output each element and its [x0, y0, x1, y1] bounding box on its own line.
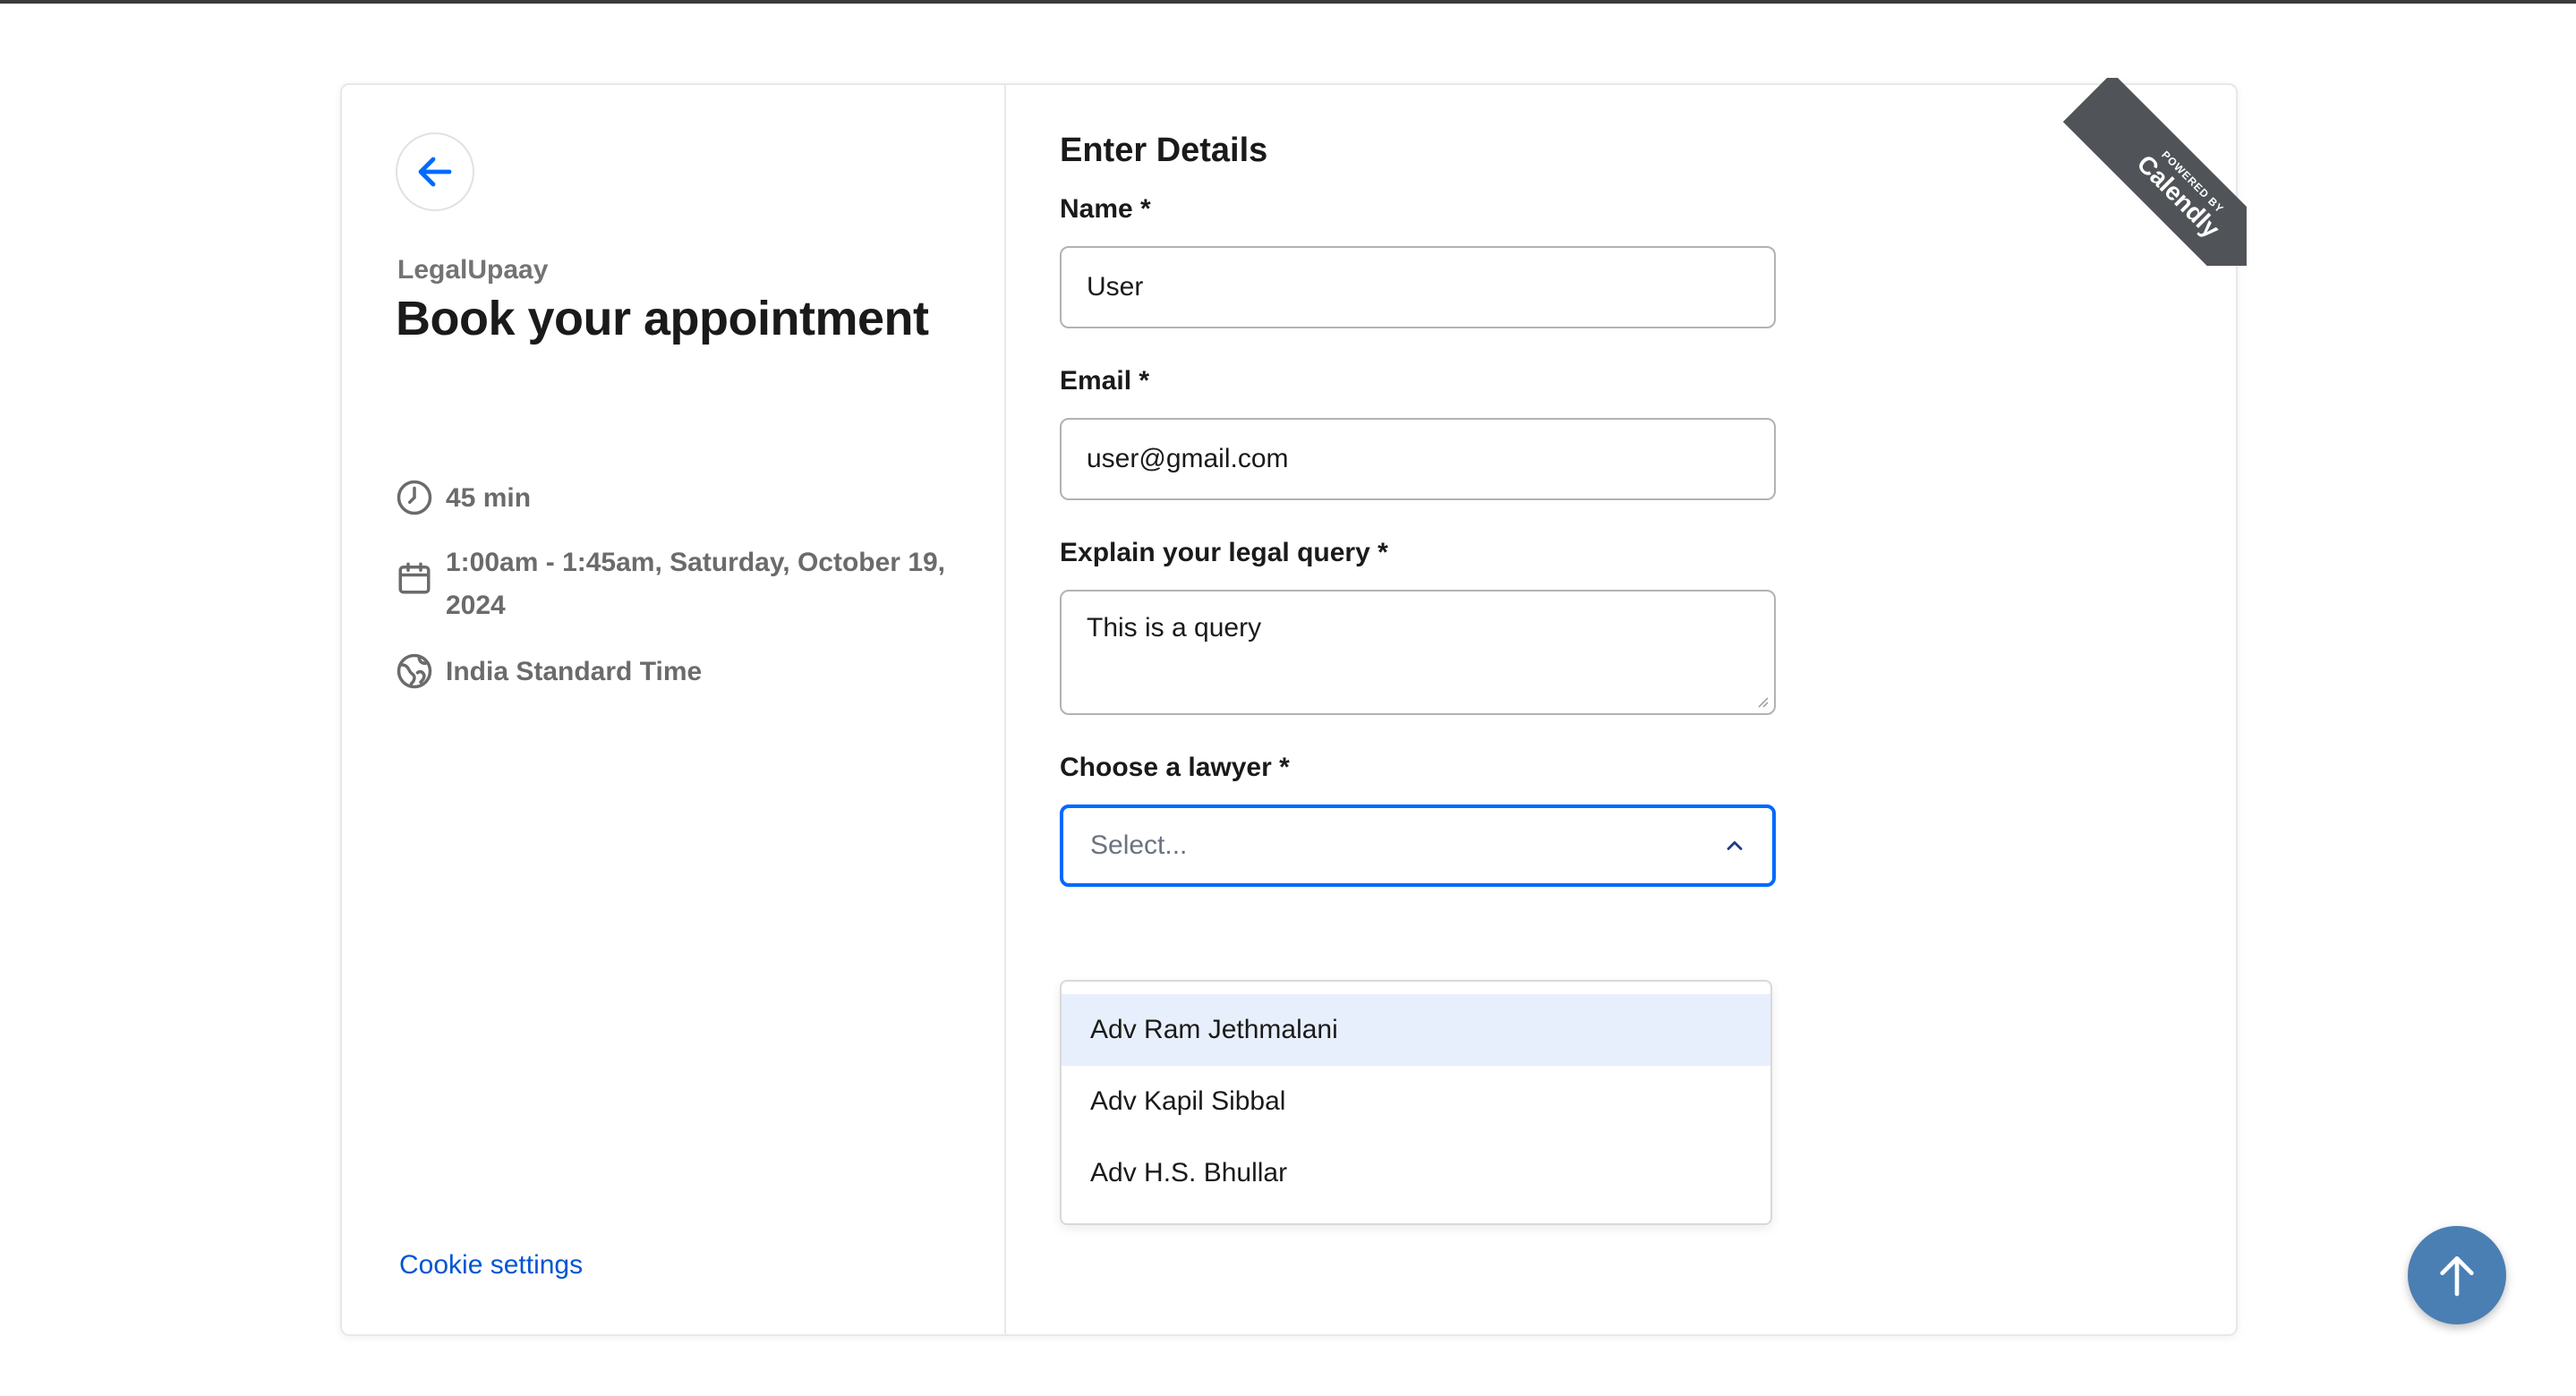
lawyer-option[interactable]: Adv Ram Jethmalani: [1062, 994, 1770, 1066]
arrow-up-icon: [2440, 1256, 2474, 1297]
lawyer-select-placeholder: Select...: [1090, 830, 1188, 860]
calendar-icon: [398, 562, 431, 594]
event-title: Book your appointment: [396, 292, 929, 345]
query-label: Explain your legal query *: [1060, 538, 1388, 567]
calendly-badge[interactable]: POWERED BY Calendly: [2062, 78, 2247, 266]
name-label: Name *: [1060, 194, 1151, 224]
top-divider: [0, 0, 2576, 4]
duration-row: 45 min: [396, 477, 531, 520]
clock-icon: [397, 480, 432, 515]
email-value: user@gmail.com: [1087, 444, 1289, 473]
organizer-name: LegalUpaay: [397, 255, 549, 285]
lawyer-option[interactable]: Adv H.S. Bhullar: [1062, 1137, 1770, 1209]
globe-icon: [397, 653, 432, 689]
datetime-row: 1:00am - 1:45am, Saturday, October 19, 2…: [396, 541, 947, 627]
query-value: This is a query: [1087, 613, 1262, 643]
email-input[interactable]: user@gmail.com: [1060, 418, 1776, 500]
powered-by-ribbon[interactable]: POWERED BY Calendly: [2059, 78, 2247, 266]
chevron-up-icon: [1727, 841, 1743, 850]
lawyer-select[interactable]: Select...: [1060, 804, 1776, 887]
lawyer-label: Choose a lawyer *: [1060, 753, 1290, 782]
name-input[interactable]: User: [1060, 246, 1776, 328]
booking-card: LegalUpaay Book your appointment 45 min …: [340, 78, 2247, 1336]
datetime-text: 1:00am - 1:45am, Saturday, October 19, 2…: [446, 548, 946, 620]
lawyer-dropdown-menu: Adv Ram Jethmalani Adv Kapil Sibbal Adv …: [1060, 980, 1772, 1225]
duration-text: 45 min: [446, 483, 532, 513]
legal-query-textarea[interactable]: This is a query: [1060, 590, 1776, 715]
form-pane: Enter Details Name * User Email * user@g…: [1006, 85, 2238, 1334]
lawyer-option[interactable]: Adv Kapil Sibbal: [1062, 1066, 1770, 1137]
arrow-left-icon: [418, 157, 452, 187]
scroll-to-top-button[interactable]: [2408, 1226, 2506, 1324]
name-value: User: [1087, 272, 1144, 302]
email-label: Email *: [1060, 366, 1150, 396]
cookie-settings-link[interactable]: Cookie settings: [399, 1250, 583, 1281]
timezone-row: India Standard Time: [396, 651, 702, 694]
back-button[interactable]: [396, 132, 474, 211]
timezone-text: India Standard Time: [446, 657, 703, 686]
resize-grip-icon[interactable]: [1754, 694, 1769, 708]
event-details-pane: LegalUpaay Book your appointment 45 min …: [342, 85, 1006, 1334]
form-title: Enter Details: [1060, 132, 1268, 169]
